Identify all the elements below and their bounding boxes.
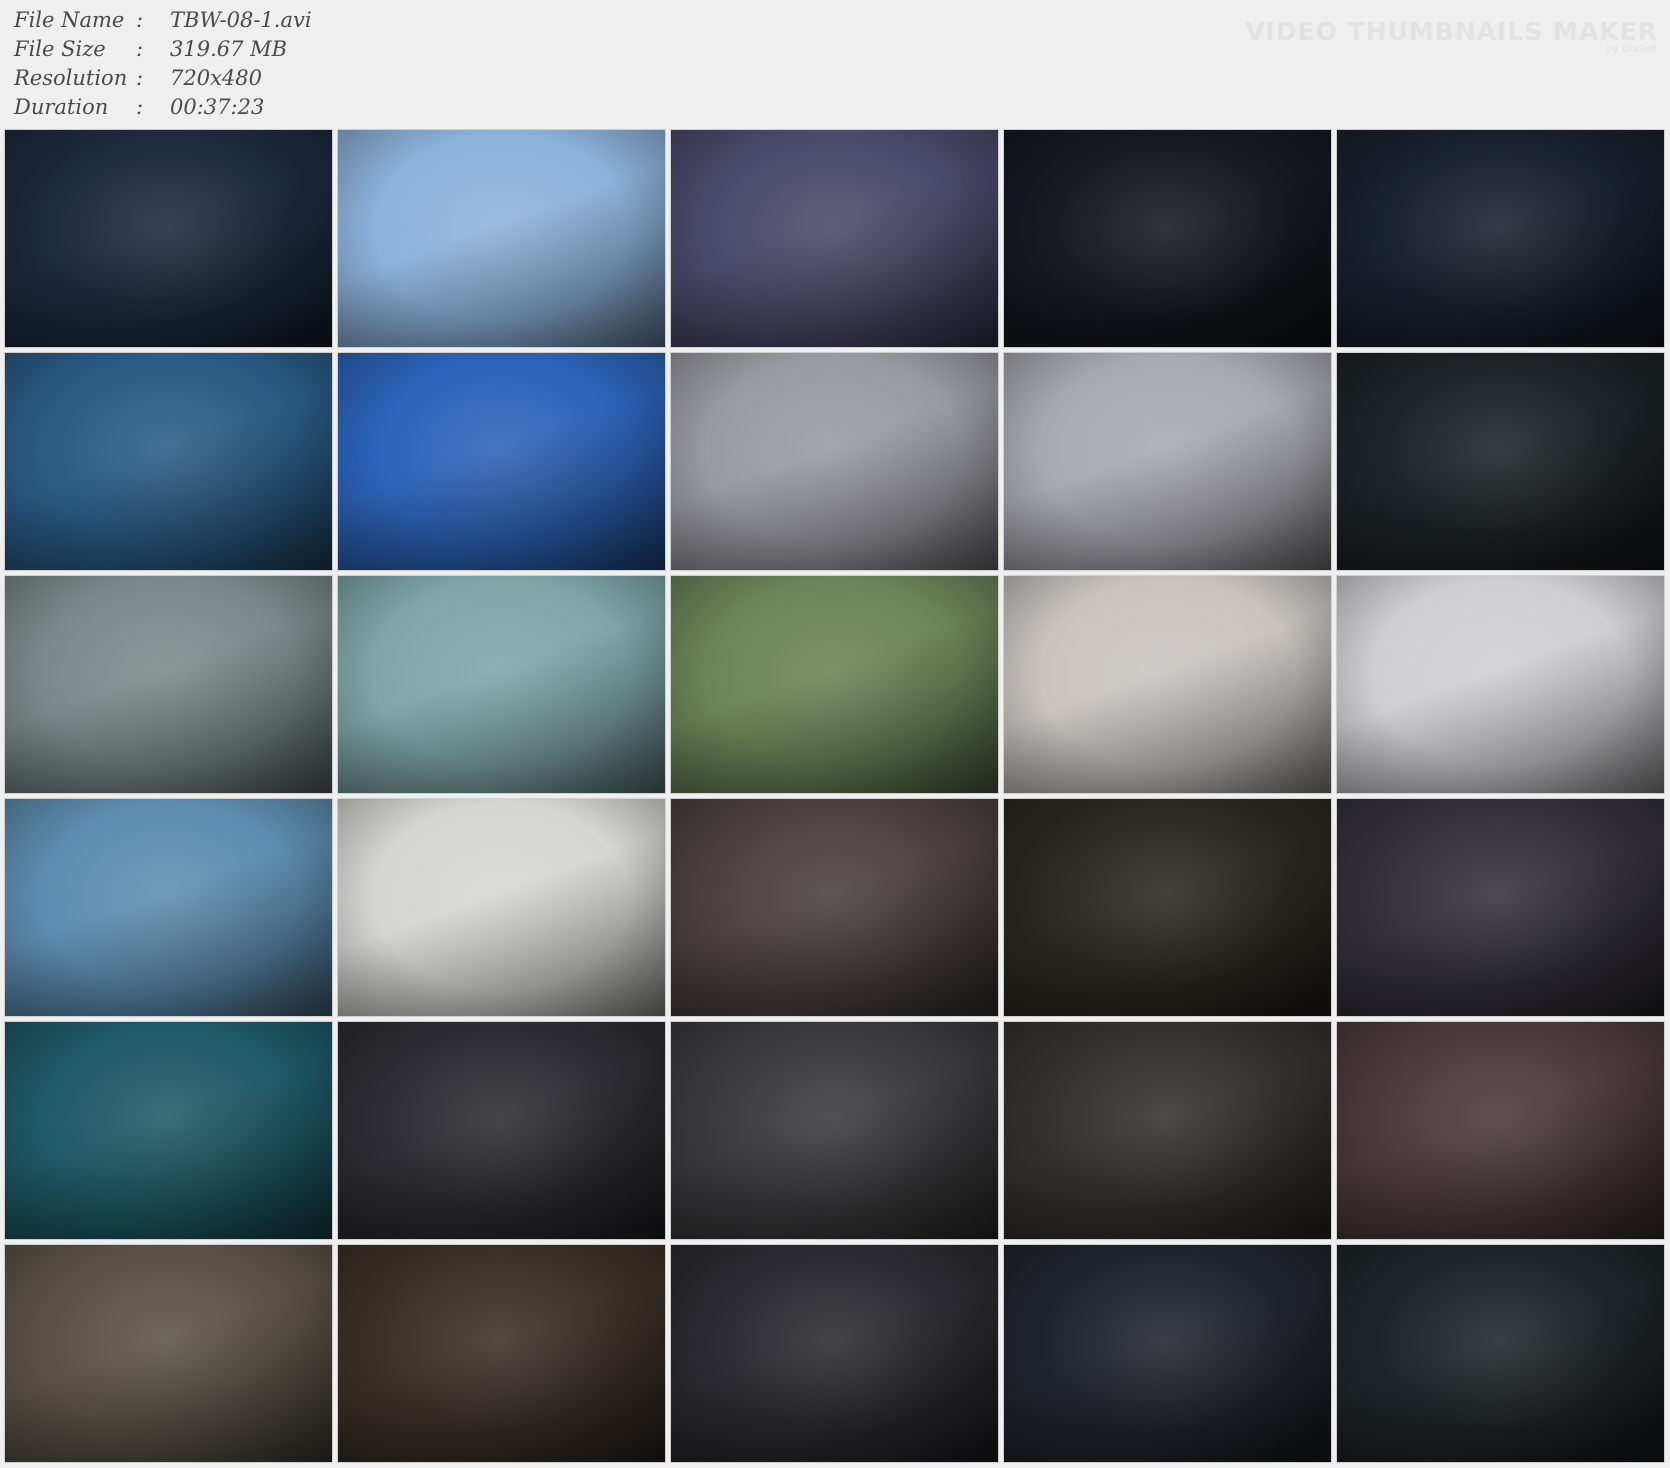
thumbnail-grid	[4, 129, 1668, 1463]
file-size-value: 319.67 MB	[170, 37, 288, 61]
thumbnail-shade	[5, 799, 332, 1016]
thumbnail-shade	[671, 130, 998, 347]
thumbnail-shade	[5, 130, 332, 347]
thumbnail-shade	[338, 1022, 665, 1239]
video-thumbnail	[4, 798, 333, 1017]
thumbnail-shade	[1004, 576, 1331, 793]
video-thumbnail	[1336, 575, 1665, 794]
thumbnail-shade	[1337, 799, 1664, 1016]
duration-value: 00:37:23	[170, 95, 265, 119]
thumbnail-shade	[671, 799, 998, 1016]
thumbnail-shade	[338, 576, 665, 793]
thumbnail-shade	[1337, 576, 1664, 793]
video-thumbnail	[1003, 575, 1332, 794]
thumbnail-shade	[338, 799, 665, 1016]
watermark: VIDEO THUMBNAILS MAKER by DlxSoft	[1245, 17, 1658, 56]
video-thumbnail	[670, 798, 999, 1017]
thumbnail-shade	[5, 353, 332, 570]
video-thumbnail	[1336, 798, 1665, 1017]
separator: :	[136, 8, 144, 32]
video-thumbnail	[670, 1244, 999, 1463]
file-size-label: File Size	[14, 37, 106, 61]
video-thumbnail	[1336, 129, 1665, 348]
file-name-label: File Name	[14, 8, 125, 32]
resolution-label: Resolution	[14, 66, 128, 90]
video-thumbnail	[337, 575, 666, 794]
video-thumbnail	[4, 575, 333, 794]
thumbnail-shade	[1337, 353, 1664, 570]
video-thumbnail	[1003, 1021, 1332, 1240]
thumbnail-shade	[671, 1022, 998, 1239]
thumbnail-shade	[1004, 130, 1331, 347]
video-thumbnail	[4, 1021, 333, 1240]
thumbnail-shade	[1337, 130, 1664, 347]
watermark-title: VIDEO THUMBNAILS MAKER	[1245, 17, 1658, 46]
thumbnail-shade	[5, 576, 332, 793]
video-thumbnail	[670, 352, 999, 571]
video-thumbnail	[1336, 352, 1665, 571]
video-thumbnail	[1003, 129, 1332, 348]
video-thumbnail	[337, 352, 666, 571]
resolution-value: 720x480	[170, 66, 263, 90]
thumbnail-shade	[671, 353, 998, 570]
video-thumbnail	[1003, 1244, 1332, 1463]
thumbnail-shade	[1337, 1245, 1664, 1462]
thumbnail-shade	[1337, 1022, 1664, 1239]
video-thumbnail	[4, 352, 333, 571]
thumbnail-shade	[1004, 1022, 1331, 1239]
video-thumbnail	[337, 798, 666, 1017]
video-thumbnail	[670, 575, 999, 794]
thumbnail-shade	[1004, 1245, 1331, 1462]
file-name-value: TBW-08-1.avi	[170, 8, 312, 32]
file-info: File Name : TBW-08-1.avi File Size : 319…	[14, 6, 312, 122]
thumbnail-shade	[338, 353, 665, 570]
duration-label: Duration	[14, 95, 109, 119]
video-thumbnail	[337, 129, 666, 348]
separator: :	[136, 95, 144, 119]
thumbnail-shade	[1004, 353, 1331, 570]
duration-row: Duration : 00:37:23	[14, 93, 312, 122]
video-thumbnail	[670, 1021, 999, 1240]
thumbnail-shade	[671, 1245, 998, 1462]
file-size-row: File Size : 319.67 MB	[14, 35, 312, 64]
thumbnail-shade	[338, 130, 665, 347]
thumbnail-shade	[1004, 799, 1331, 1016]
video-thumbnail	[4, 129, 333, 348]
video-thumbnail	[337, 1244, 666, 1463]
separator: :	[136, 37, 144, 61]
separator: :	[136, 66, 144, 90]
video-thumbnail	[1003, 352, 1332, 571]
thumbnail-shade	[671, 576, 998, 793]
thumbnail-shade	[5, 1245, 332, 1462]
resolution-row: Resolution : 720x480	[14, 64, 312, 93]
video-thumbnail	[670, 129, 999, 348]
video-thumbnail	[4, 1244, 333, 1463]
video-thumbnail	[1336, 1021, 1665, 1240]
thumbnail-shade	[338, 1245, 665, 1462]
thumbnail-shade	[5, 1022, 332, 1239]
video-thumbnail	[1003, 798, 1332, 1017]
video-thumbnail	[1336, 1244, 1665, 1463]
video-thumbnail	[337, 1021, 666, 1240]
file-name-row: File Name : TBW-08-1.avi	[14, 6, 312, 35]
